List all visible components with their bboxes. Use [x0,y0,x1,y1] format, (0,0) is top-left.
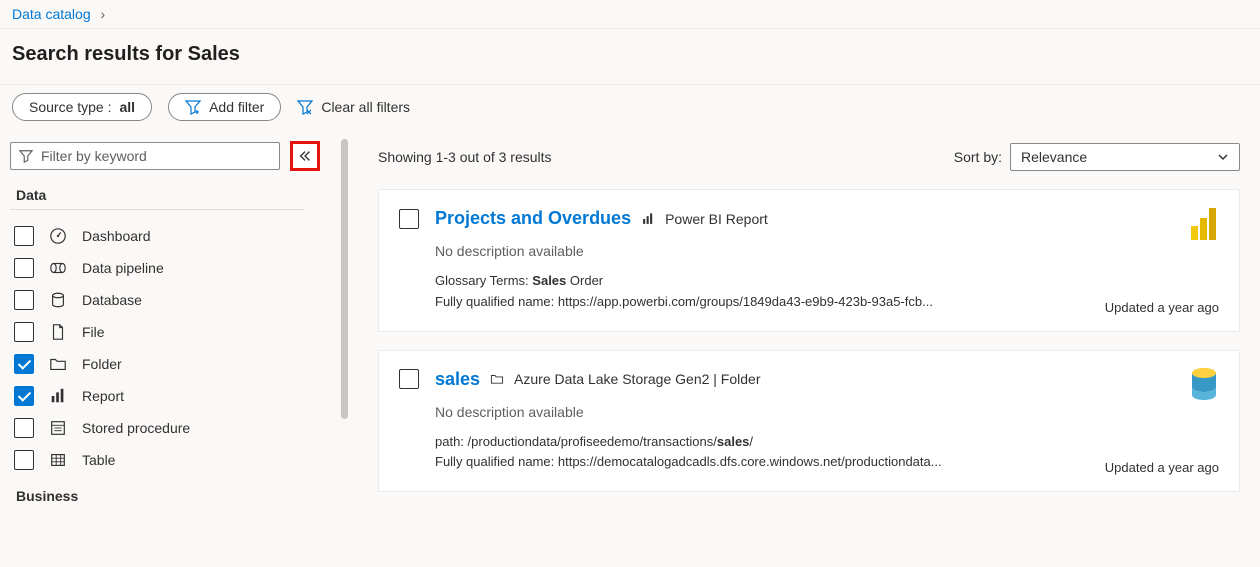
dashboard-icon [48,226,68,246]
checkbox[interactable] [14,226,34,246]
result-fqn: Fully qualified name: https://democatalo… [435,452,1219,473]
folder-icon [48,354,68,374]
result-card[interactable]: Projects and Overdues Power BI Report No… [378,189,1240,332]
folder-icon [490,372,504,386]
clear-all-filters-button[interactable]: Clear all filters [297,99,410,115]
section-header-data: Data [16,187,342,203]
result-description: No description available [435,404,1219,420]
filter-keyword-input[interactable] [10,142,280,170]
report-icon [641,212,655,226]
result-type: Azure Data Lake Storage Gen2 | Folder [514,371,760,387]
collapse-sidebar-button[interactable] [290,141,320,171]
facet-report[interactable]: Report [10,380,342,412]
scrollbar[interactable] [341,139,348,419]
result-title[interactable]: Projects and Overdues [435,208,631,229]
pipeline-icon [48,258,68,278]
checkbox[interactable] [14,418,34,438]
database-icon [48,290,68,310]
result-updated: Updated a year ago [1105,300,1219,315]
checkbox[interactable] [399,369,419,389]
facet-label: Data pipeline [82,260,164,276]
result-description: No description available [435,243,1219,259]
facet-label: Dashboard [82,228,151,244]
file-icon [48,322,68,342]
report-icon [48,386,68,406]
page-title: Search results for Sales [0,29,1260,84]
facet-label: Folder [82,356,122,372]
funnel-clear-icon [297,99,313,115]
result-card[interactable]: sales Azure Data Lake Storage Gen2 | Fol… [378,350,1240,493]
sort-select[interactable]: Relevance [1010,143,1240,171]
breadcrumb: Data catalog › [0,0,1260,28]
facet-data-pipeline[interactable]: Data pipeline [10,252,342,284]
facet-folder[interactable]: Folder [10,348,342,380]
result-type: Power BI Report [665,211,768,227]
result-path: path: /productiondata/profiseedemo/trans… [435,432,1219,453]
checkbox[interactable] [14,354,34,374]
stored-procedure-icon [48,418,68,438]
facet-label: Table [82,452,115,468]
facet-table[interactable]: Table [10,444,342,476]
breadcrumb-link[interactable]: Data catalog [12,6,91,22]
funnel-icon [19,149,33,163]
source-type-filter[interactable]: Source type : all [12,93,152,121]
facet-label: Stored procedure [82,420,190,436]
checkbox[interactable] [14,290,34,310]
facet-file[interactable]: File [10,316,342,348]
chevron-down-icon [1217,151,1229,163]
result-title[interactable]: sales [435,369,480,390]
facet-label: Database [82,292,142,308]
facet-database[interactable]: Database [10,284,342,316]
result-updated: Updated a year ago [1105,460,1219,475]
chevron-right-icon: › [101,6,106,22]
result-glossary: Glossary Terms: Sales Order [435,271,1219,292]
results-count: Showing 1-3 out of 3 results [378,149,552,165]
facet-dashboard[interactable]: Dashboard [10,220,342,252]
filters-sidebar: Data Dashboard Data pipeline Database [0,133,348,560]
results-content: Showing 1-3 out of 3 results Sort by: Re… [348,133,1260,560]
powerbi-icon [1189,206,1219,242]
checkbox[interactable] [14,450,34,470]
add-filter-button[interactable]: Add filter [168,93,281,121]
facet-label: Report [82,388,124,404]
checkbox[interactable] [14,322,34,342]
checkbox[interactable] [14,258,34,278]
checkbox[interactable] [399,209,419,229]
table-icon [48,450,68,470]
chevron-double-left-icon [298,149,312,163]
filter-bar: Source type : all Add filter Clear all f… [0,85,1260,133]
sort-label: Sort by: [954,149,1002,165]
adls-icon [1189,367,1219,401]
facet-label: File [82,324,105,340]
funnel-plus-icon [185,99,201,115]
facet-stored-procedure[interactable]: Stored procedure [10,412,342,444]
checkbox[interactable] [14,386,34,406]
result-fqn: Fully qualified name: https://app.powerb… [435,292,1219,313]
section-header-business: Business [16,488,342,504]
